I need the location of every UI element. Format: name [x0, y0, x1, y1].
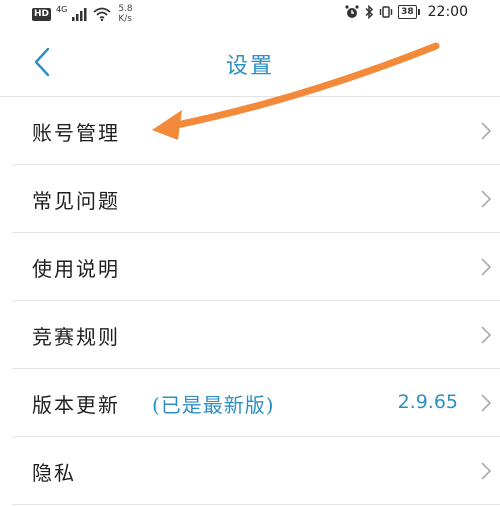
settings-list: 账号管理 常见问题 使用说明 竞赛规则 版本更新 (已是最新版) 2.9.65 … — [0, 97, 500, 505]
settings-item-label: 版本更新 — [32, 393, 120, 417]
network-speed-value: 5.8 — [118, 4, 133, 14]
battery-indicator: 38 — [398, 5, 420, 19]
vibrate-icon — [379, 6, 393, 18]
settings-item-version-update[interactable]: 版本更新 (已是最新版) 2.9.65 — [12, 369, 500, 437]
settings-item-account-management[interactable]: 账号管理 — [12, 97, 500, 165]
bluetooth-icon — [365, 5, 374, 19]
version-status-note: (已是最新版) — [152, 393, 275, 417]
status-bar: HD 4G 5.8 K/s 38 22:00 — [0, 0, 500, 28]
signal-strength-icon — [72, 7, 87, 21]
version-number: 2.9.65 — [397, 391, 458, 413]
status-time: 22:00 — [427, 4, 468, 20]
settings-item-privacy[interactable]: 隐私 — [12, 437, 500, 505]
settings-item-competition-rules[interactable]: 竞赛规则 — [12, 301, 500, 369]
battery-level-text: 38 — [401, 7, 414, 17]
settings-screen: HD 4G 5.8 K/s 38 22:00 设置 账号管理 常见问题 使用说明… — [0, 0, 500, 506]
alarm-clock-icon — [345, 5, 359, 18]
status-bar-right: 38 22:00 — [345, 4, 468, 20]
settings-item-label: 常见问题 — [32, 189, 120, 213]
page-title: 设置 — [225, 54, 274, 79]
network-speed-unit: K/s — [118, 14, 132, 24]
chevron-right-icon — [481, 190, 492, 208]
chevron-right-icon — [481, 258, 492, 276]
settings-item-user-guide[interactable]: 使用说明 — [12, 233, 500, 301]
settings-item-label: 使用说明 — [32, 257, 120, 281]
chevron-right-icon — [481, 394, 492, 412]
status-bar-left: HD 4G 5.8 K/s — [32, 4, 133, 24]
settings-item-faq[interactable]: 常见问题 — [12, 165, 500, 233]
settings-item-label: 隐私 — [32, 461, 76, 485]
wifi-icon — [93, 7, 111, 21]
chevron-right-icon — [481, 462, 492, 480]
chevron-right-icon — [481, 326, 492, 344]
chevron-right-icon — [481, 122, 492, 140]
settings-item-label: 账号管理 — [32, 121, 120, 145]
navigation-header: 设置 — [0, 28, 500, 96]
network-type-label: 4G — [56, 4, 68, 14]
hd-voice-icon: HD — [32, 7, 52, 21]
network-speed: 5.8 K/s — [118, 4, 132, 24]
settings-item-label: 竞赛规则 — [32, 325, 120, 349]
